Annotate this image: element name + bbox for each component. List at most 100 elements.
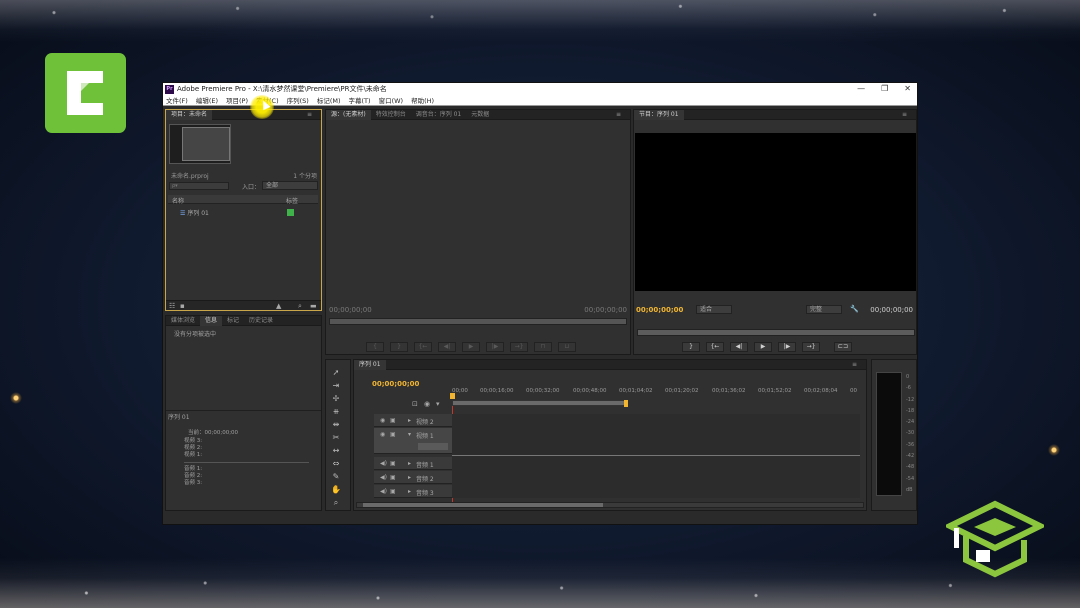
menu-marker[interactable]: 标记(M) <box>317 95 341 105</box>
panel-menu-icon[interactable]: ≡ <box>847 360 862 370</box>
maximize-button[interactable]: ❐ <box>881 83 888 95</box>
lock-icon[interactable]: ▣ <box>390 460 396 467</box>
ripple-edit-tool-icon[interactable]: ✢ <box>331 394 341 404</box>
program-timecode-current[interactable]: 00;00;00;00 <box>636 306 683 314</box>
mark-out-button[interactable]: } <box>390 342 408 352</box>
source-timecode-in[interactable]: 00;00;00;00 <box>329 306 372 314</box>
marker-icon[interactable]: ◉ <box>424 400 430 408</box>
tab-media-browser[interactable]: 媒体浏览 <box>166 316 200 326</box>
tab-history[interactable]: 历史记录 <box>244 316 278 326</box>
slide-tool-icon[interactable]: ⇔ <box>331 459 341 469</box>
timeline-horizontal-scrollbar[interactable] <box>356 502 864 508</box>
new-bin-icon[interactable]: ▬ <box>310 302 317 310</box>
list-item[interactable]: ☰ 序列 01 <box>180 208 209 217</box>
speaker-icon[interactable]: ◀) <box>380 460 387 467</box>
panel-menu-icon[interactable]: ≡ <box>897 110 912 120</box>
panel-menu-icon[interactable]: ≡ <box>302 110 317 120</box>
tab-source[interactable]: 源：(无素材) <box>326 109 371 120</box>
tab-audio-mixer[interactable]: 调音台：序列 01 <box>411 110 467 120</box>
program-monitor-display[interactable] <box>635 133 916 291</box>
speaker-icon[interactable]: ◀) <box>380 488 387 495</box>
razor-tool-icon[interactable]: ✂ <box>331 433 341 443</box>
expand-icon[interactable]: ▸ <box>408 460 411 467</box>
step-back-button[interactable]: ◀| <box>730 342 748 352</box>
goto-out-button[interactable]: →} <box>510 342 528 352</box>
menu-sequence[interactable]: 序列(S) <box>287 95 309 105</box>
lock-icon[interactable]: ▣ <box>390 474 396 481</box>
rolling-edit-tool-icon[interactable]: ⧺ <box>331 407 341 417</box>
menu-project[interactable]: 项目(P) <box>226 95 248 105</box>
insert-button[interactable]: ⊓ <box>534 342 552 352</box>
menu-edit[interactable]: 编辑(E) <box>196 95 218 105</box>
tab-info[interactable]: 信息 <box>200 315 223 326</box>
overwrite-button[interactable]: ⊔ <box>558 342 576 352</box>
step-forward-button[interactable]: |▶ <box>486 342 504 352</box>
lock-icon[interactable]: ▣ <box>390 417 396 424</box>
mark-in-button[interactable]: { <box>366 342 384 352</box>
speaker-icon[interactable]: ◀) <box>380 474 387 481</box>
wrench-icon[interactable]: 🔧 <box>850 305 859 313</box>
tab-project[interactable]: 项目：未命名 <box>166 109 213 120</box>
quality-dropdown[interactable]: 完整 <box>806 305 842 314</box>
export-frame-button[interactable]: ⊏⊐ <box>834 342 852 352</box>
tab-effect-controls[interactable]: 特效控制台 <box>371 110 411 120</box>
list-view-icon[interactable]: ☷ <box>169 302 175 310</box>
playhead-handle[interactable] <box>450 393 455 399</box>
audio-track-3-header[interactable]: ◀) ▣ ▸ 音频 3 <box>374 485 452 498</box>
in-dropdown[interactable]: 全部 <box>262 181 318 190</box>
time-ruler[interactable]: 00;00 00;00;16;00 00;00;32;00 00;00;48;0… <box>452 388 860 398</box>
fit-dropdown[interactable]: 适合 <box>696 305 732 314</box>
collapse-icon[interactable]: ▾ <box>408 431 411 438</box>
menu-file[interactable]: 文件(F) <box>166 95 188 105</box>
add-marker-icon[interactable]: ▾ <box>436 400 440 408</box>
eye-icon[interactable]: ◉ <box>380 417 385 424</box>
lock-icon[interactable]: ▣ <box>390 488 396 495</box>
step-back-button[interactable]: ◀| <box>438 342 456 352</box>
tab-program[interactable]: 节目：序列 01 <box>634 109 684 120</box>
col-name[interactable]: 名称 <box>172 196 184 205</box>
snap-icon[interactable]: ⊡ <box>412 400 418 408</box>
scrollbar-thumb[interactable] <box>363 503 603 507</box>
keyframe-control[interactable] <box>418 443 448 450</box>
pen-tool-icon[interactable]: ✎ <box>331 472 341 482</box>
hand-tool-icon[interactable]: ✋ <box>331 485 341 495</box>
expand-icon[interactable]: ▸ <box>408 474 411 481</box>
work-area-end-handle[interactable] <box>624 400 628 407</box>
find-icon[interactable]: ⌕ <box>298 302 302 311</box>
close-button[interactable]: ✕ <box>904 83 911 95</box>
eye-icon[interactable]: ◉ <box>380 431 385 438</box>
source-scrubber[interactable] <box>329 318 627 325</box>
video-track-1-header[interactable]: ◉ ▣ ▾ 视频 1 <box>374 428 452 454</box>
track-area[interactable] <box>452 414 860 498</box>
goto-in-button[interactable]: {← <box>414 342 432 352</box>
tab-metadata[interactable]: 元数据 <box>466 110 494 120</box>
timeline-timecode[interactable]: 00;00;00;00 <box>372 380 419 388</box>
rate-stretch-tool-icon[interactable]: ⇹ <box>331 420 341 430</box>
selection-tool-icon[interactable]: ➚ <box>331 368 341 378</box>
audio-track-1-header[interactable]: ◀) ▣ ▸ 音频 1 <box>374 457 452 470</box>
menu-help[interactable]: 帮助(H) <box>411 95 434 105</box>
icon-view-icon[interactable]: ▪ <box>180 302 185 310</box>
goto-out-button[interactable]: →} <box>802 342 820 352</box>
audio-track-2-header[interactable]: ◀) ▣ ▸ 音频 2 <box>374 471 452 484</box>
mark-out-button[interactable]: } <box>682 342 700 352</box>
video-track-2-header[interactable]: ◉ ▣ ▸ 视频 2 <box>374 414 452 427</box>
play-button[interactable]: ▶ <box>462 342 480 352</box>
lock-icon[interactable]: ▣ <box>390 431 396 438</box>
zoom-tool-icon[interactable]: ⌕ <box>331 498 341 508</box>
play-button[interactable]: ▶ <box>754 342 772 352</box>
step-forward-button[interactable]: |▶ <box>778 342 796 352</box>
automate-icon[interactable]: ▲ <box>276 302 281 310</box>
track-select-tool-icon[interactable]: ⇥ <box>331 381 341 391</box>
col-label[interactable]: 标签 <box>286 196 298 205</box>
project-search-input[interactable]: ρ▾ <box>169 182 229 190</box>
tab-sequence[interactable]: 序列 01 <box>354 359 386 370</box>
goto-in-button[interactable]: {← <box>706 342 724 352</box>
menu-title[interactable]: 字幕(T) <box>349 95 371 105</box>
tab-markers[interactable]: 标记 <box>222 316 244 326</box>
menu-window[interactable]: 窗口(W) <box>379 95 404 105</box>
expand-icon[interactable]: ▸ <box>408 488 411 495</box>
slip-tool-icon[interactable]: ↔ <box>331 446 341 456</box>
expand-icon[interactable]: ▸ <box>408 417 411 424</box>
program-scrubber[interactable] <box>637 329 915 336</box>
